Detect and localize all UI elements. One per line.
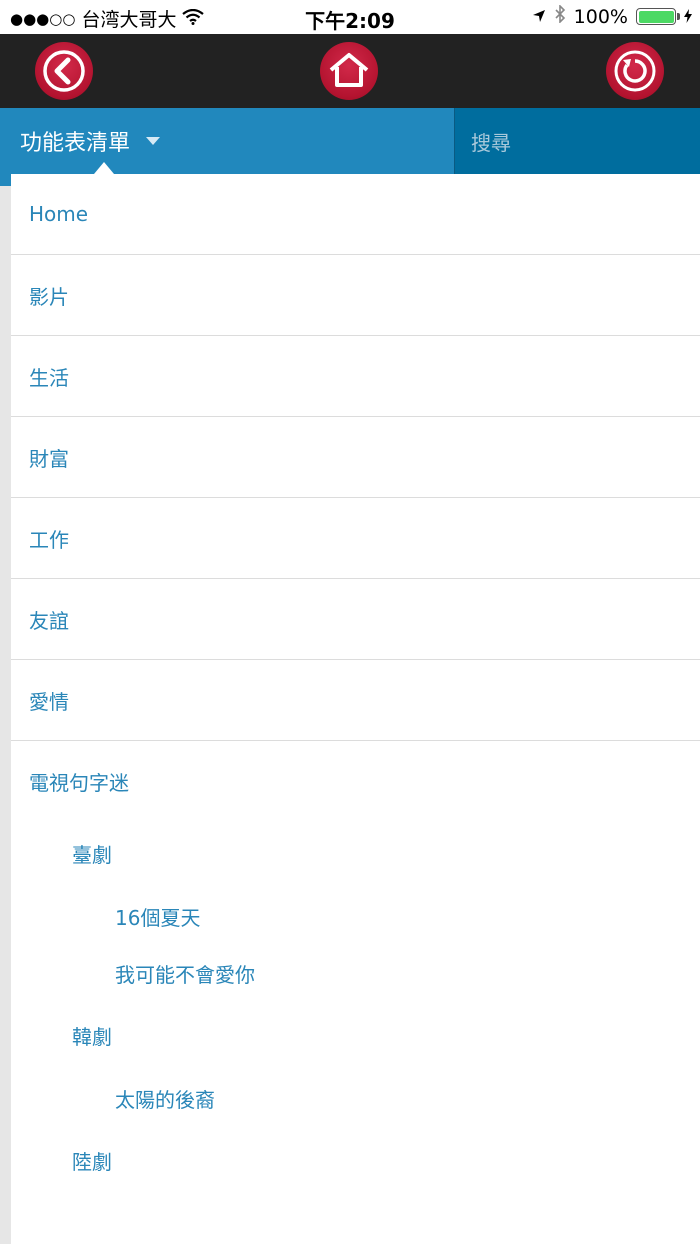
submenu-item[interactable]: 我可能不會愛你 [11,946,700,1003]
menu-toggle-button[interactable]: 功能表清單 [0,108,454,174]
menu-title: 功能表清單 [20,131,131,156]
menu-item-video[interactable]: 影片 [11,255,700,336]
search-input[interactable]: 搜尋 [454,108,700,174]
status-bar: ●●●○○ 台湾大哥大 下午2:09 100% [0,0,700,34]
search-placeholder: 搜尋 [471,130,511,155]
submenu-item[interactable]: 16個夏天 [11,889,700,946]
menu-item-life[interactable]: 生活 [11,336,700,417]
status-right: 100% [532,4,692,28]
refresh-button[interactable] [606,42,664,100]
menu-item-work[interactable]: 工作 [11,498,700,579]
menu-item-friendship[interactable]: 友誼 [11,579,700,660]
back-arrow-icon [43,50,85,92]
battery-percent: 100% [573,5,628,28]
top-nav-bar [0,34,700,108]
submenu-korean-drama[interactable]: 韓劇 [11,1003,700,1071]
back-button[interactable] [35,42,93,100]
menu-item-wealth[interactable]: 財富 [11,417,700,498]
menu-item-love[interactable]: 愛情 [11,660,700,741]
submenu-china-drama[interactable]: 陸劇 [11,1128,700,1196]
left-gutter [0,174,11,1244]
menu-item-home[interactable]: Home [11,174,700,255]
battery-icon [636,8,680,25]
dropdown-pointer [94,162,114,174]
refresh-icon [614,50,656,92]
menu-category-tv[interactable]: 電視句字迷 [11,741,700,821]
home-icon [329,53,369,87]
submenu-taiwan-drama[interactable]: 臺劇 [11,821,700,889]
battery-fill [638,10,674,23]
submenu-item[interactable]: 太陽的後裔 [11,1071,700,1128]
bluetooth-icon [554,4,566,28]
gutter-accent [0,174,11,186]
menu-list: Home 影片 生活 財富 工作 友誼 愛情 電視句字迷 臺劇 16個夏天 我可… [11,174,700,1196]
caret-down-icon [146,137,161,145]
charging-bolt-icon [684,6,692,28]
home-button[interactable] [320,42,378,100]
location-arrow-icon [532,6,546,28]
